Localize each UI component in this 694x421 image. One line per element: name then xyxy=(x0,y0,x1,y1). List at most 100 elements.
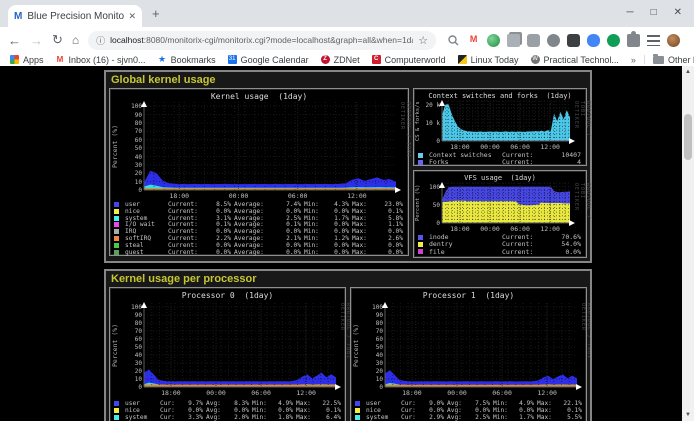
processor0-xtick: 18:00 xyxy=(158,389,184,397)
processor1-legend: userCur:9.0%Avg:7.5%Min:4.9%Max:22.1%nic… xyxy=(355,400,584,421)
gmail-extension-icon[interactable]: M xyxy=(467,34,480,47)
pages-extension-icon[interactable] xyxy=(507,34,520,47)
context_switches-watermark: RRDTOOL / TOBI OETIKER xyxy=(573,101,591,141)
context_switches-title: Context switches and forks (1day) xyxy=(414,92,586,100)
search-icon[interactable] xyxy=(447,34,460,47)
monitorix-content: Global kernel usage Kernel usage (1day)P… xyxy=(104,66,592,421)
processor0-ytick: 70 xyxy=(122,328,142,335)
processor1-legend-row: systemCur:2.9%Avg:2.5%Min:1.7%Max:5.5% xyxy=(355,414,584,421)
browser-menu-icon[interactable]: ⋮ xyxy=(690,34,694,47)
bookmarks-overflow-icon[interactable]: » xyxy=(631,55,636,65)
minimize-button[interactable]: ─ xyxy=(626,7,633,18)
tab-close-icon[interactable]: ✕ xyxy=(128,11,136,22)
vfs-usage-chart-panel[interactable]: VFS usage (1day)Percent (%)05010018:0000… xyxy=(413,170,587,258)
vfs_usage-xtick: 12:00 xyxy=(537,225,563,233)
bookmark-practical-technology[interactable]: WPractical Technol... xyxy=(531,55,619,65)
kernel_usage-legend: userCurrent:8.5%Average:7.4%Min:4.3%Max:… xyxy=(114,201,406,255)
processor1-legend-row: userCur:9.0%Avg:7.5%Min:4.9%Max:22.1% xyxy=(355,400,584,407)
scroll-down-icon[interactable]: ▼ xyxy=(682,409,694,421)
processor0-chart-panel[interactable]: Processor 0 (1day)Percent (%)01020304050… xyxy=(109,287,346,421)
apps-grid-icon xyxy=(10,55,19,64)
vfs_usage-xtick: 06:00 xyxy=(507,225,533,233)
legend-color-box xyxy=(418,242,423,247)
page-scrollbar[interactable]: ▲ ▼ xyxy=(682,66,694,421)
kernel_usage-ytick: 70 xyxy=(122,128,142,135)
bookmark-linux-today[interactable]: Linux Today xyxy=(458,55,519,65)
bookmark-computerworld[interactable]: CComputerworld xyxy=(372,55,446,65)
processor1-ytick: 10 xyxy=(363,376,383,383)
processor1-ytick: 100 xyxy=(363,304,383,311)
home-button[interactable]: ⌂ xyxy=(72,33,79,47)
kernel_usage-legend-row: stealCurrent:0.0%Average:0.0%Min:0.0%Max… xyxy=(114,242,406,249)
close-button[interactable]: ✕ xyxy=(674,7,682,18)
processor1-xtick: 18:00 xyxy=(399,389,425,397)
processor1-ytick: 80 xyxy=(363,320,383,327)
gray-square-extension-icon[interactable] xyxy=(527,34,540,47)
maximize-button[interactable]: □ xyxy=(651,7,657,18)
site-info-icon[interactable]: ⓘ xyxy=(96,34,105,47)
bookmark-bookmarks[interactable]: ★Bookmarks xyxy=(158,55,216,65)
green-sphere-extension-icon[interactable] xyxy=(487,34,500,47)
bookmarks-bar: Apps MInbox (16) - sjvn0... ★Bookmarks 3… xyxy=(0,53,694,66)
green-circle-extension-icon[interactable] xyxy=(607,34,620,47)
kernel_usage-ytick: 50 xyxy=(122,145,142,152)
scrollbar-thumb[interactable] xyxy=(684,114,692,160)
context_switches-xtick: 06:00 xyxy=(507,143,533,151)
processor0-ytick: 40 xyxy=(122,352,142,359)
context_switches-ytick: 0 xyxy=(420,138,440,145)
vfs_usage-ytick: 0 xyxy=(420,220,440,227)
profile-avatar[interactable] xyxy=(667,34,680,47)
processor0-legend-row: niceCur:0.0%Avg:0.0%Min:0.0%Max:0.1% xyxy=(114,407,343,414)
processor1-xtick: 00:00 xyxy=(444,389,470,397)
url-text[interactable]: localhost:8080/monitorix-cgi/monitorix.c… xyxy=(110,35,413,45)
blue-pill-extension-icon[interactable] xyxy=(587,34,600,47)
context_switches-legend-row: Context switchesCurrent:10407 xyxy=(418,151,584,158)
gray-circle-extension-icon[interactable] xyxy=(547,34,560,47)
legend-color-box xyxy=(114,243,119,248)
context-switches-chart-panel[interactable]: Context switches and forks (1day)CS & fo… xyxy=(413,88,587,166)
processor0-xtick: 00:00 xyxy=(203,389,229,397)
processor0-ytick: 90 xyxy=(122,312,142,319)
processor0-xtick: 12:00 xyxy=(293,389,319,397)
vfs_usage-legend-row: dentryCurrent:54.0% xyxy=(418,240,584,247)
forward-button[interactable]: → xyxy=(30,33,43,48)
legend-color-box xyxy=(114,216,119,221)
kernel_usage-legend-row: niceCurrent:0.0%Average:0.0%Min:0.0%Max:… xyxy=(114,208,406,215)
address-bar[interactable]: ⓘ localhost:8080/monitorix-cgi/monitorix… xyxy=(88,31,436,50)
computerworld-icon: C xyxy=(372,55,381,64)
vfs_usage-ytick: 100 xyxy=(420,184,440,191)
bookmark-star-icon[interactable]: ☆ xyxy=(418,34,428,47)
legend-color-box xyxy=(418,235,423,240)
processor1-ytick: 0 xyxy=(363,384,383,391)
processor1-ytick: 30 xyxy=(363,360,383,367)
bookmark-zdnet[interactable]: ZZDNet xyxy=(321,55,360,65)
bookmark-inbox[interactable]: MInbox (16) - sjvn0... xyxy=(56,55,146,65)
kernel-usage-chart-panel[interactable]: Kernel usage (1day)Percent (%)0102030405… xyxy=(109,88,409,256)
vfs_usage-legend: inodeCurrent:70.6%dentryCurrent:54.0%fil… xyxy=(418,233,584,255)
kernel_usage-legend-row: I/O waitCurrent:0.1%Average:0.1%Min:0.0%… xyxy=(114,221,406,228)
extensions-puzzle-icon[interactable] xyxy=(627,34,640,47)
legend-color-box xyxy=(114,209,119,214)
back-button[interactable]: ← xyxy=(8,33,21,48)
processor1-ytick: 60 xyxy=(363,336,383,343)
scroll-up-icon[interactable]: ▲ xyxy=(682,66,694,78)
reload-button[interactable]: ↻ xyxy=(52,32,63,48)
kernel_usage-ytick: 0 xyxy=(122,187,142,194)
processor1-chart-panel[interactable]: Processor 1 (1day)Percent (%)01020304050… xyxy=(350,287,587,421)
bookmark-google-calendar[interactable]: 31Google Calendar xyxy=(228,55,309,65)
kernel_usage-xtick: 06:00 xyxy=(285,192,311,200)
other-bookmarks-button[interactable]: Other bookmarks xyxy=(653,55,694,65)
kernel_usage-ytick: 10 xyxy=(122,179,142,186)
gmail-icon: M xyxy=(56,55,65,64)
legend-color-box xyxy=(114,229,119,234)
vfs_usage-watermark: RRDTOOL / TOBI OETIKER xyxy=(573,183,591,223)
processor1-ytick: 40 xyxy=(363,352,383,359)
dark-square-extension-icon[interactable] xyxy=(567,34,580,47)
bookmark-apps[interactable]: Apps xyxy=(10,55,44,65)
legend-color-box xyxy=(114,236,119,241)
legend-color-box xyxy=(114,415,119,420)
list-extension-icon[interactable] xyxy=(647,35,660,46)
vfs_usage-plot xyxy=(442,183,570,223)
browser-tab[interactable]: M Blue Precision Monitorix ✕ xyxy=(8,5,142,27)
new-tab-button[interactable]: + xyxy=(152,6,160,21)
